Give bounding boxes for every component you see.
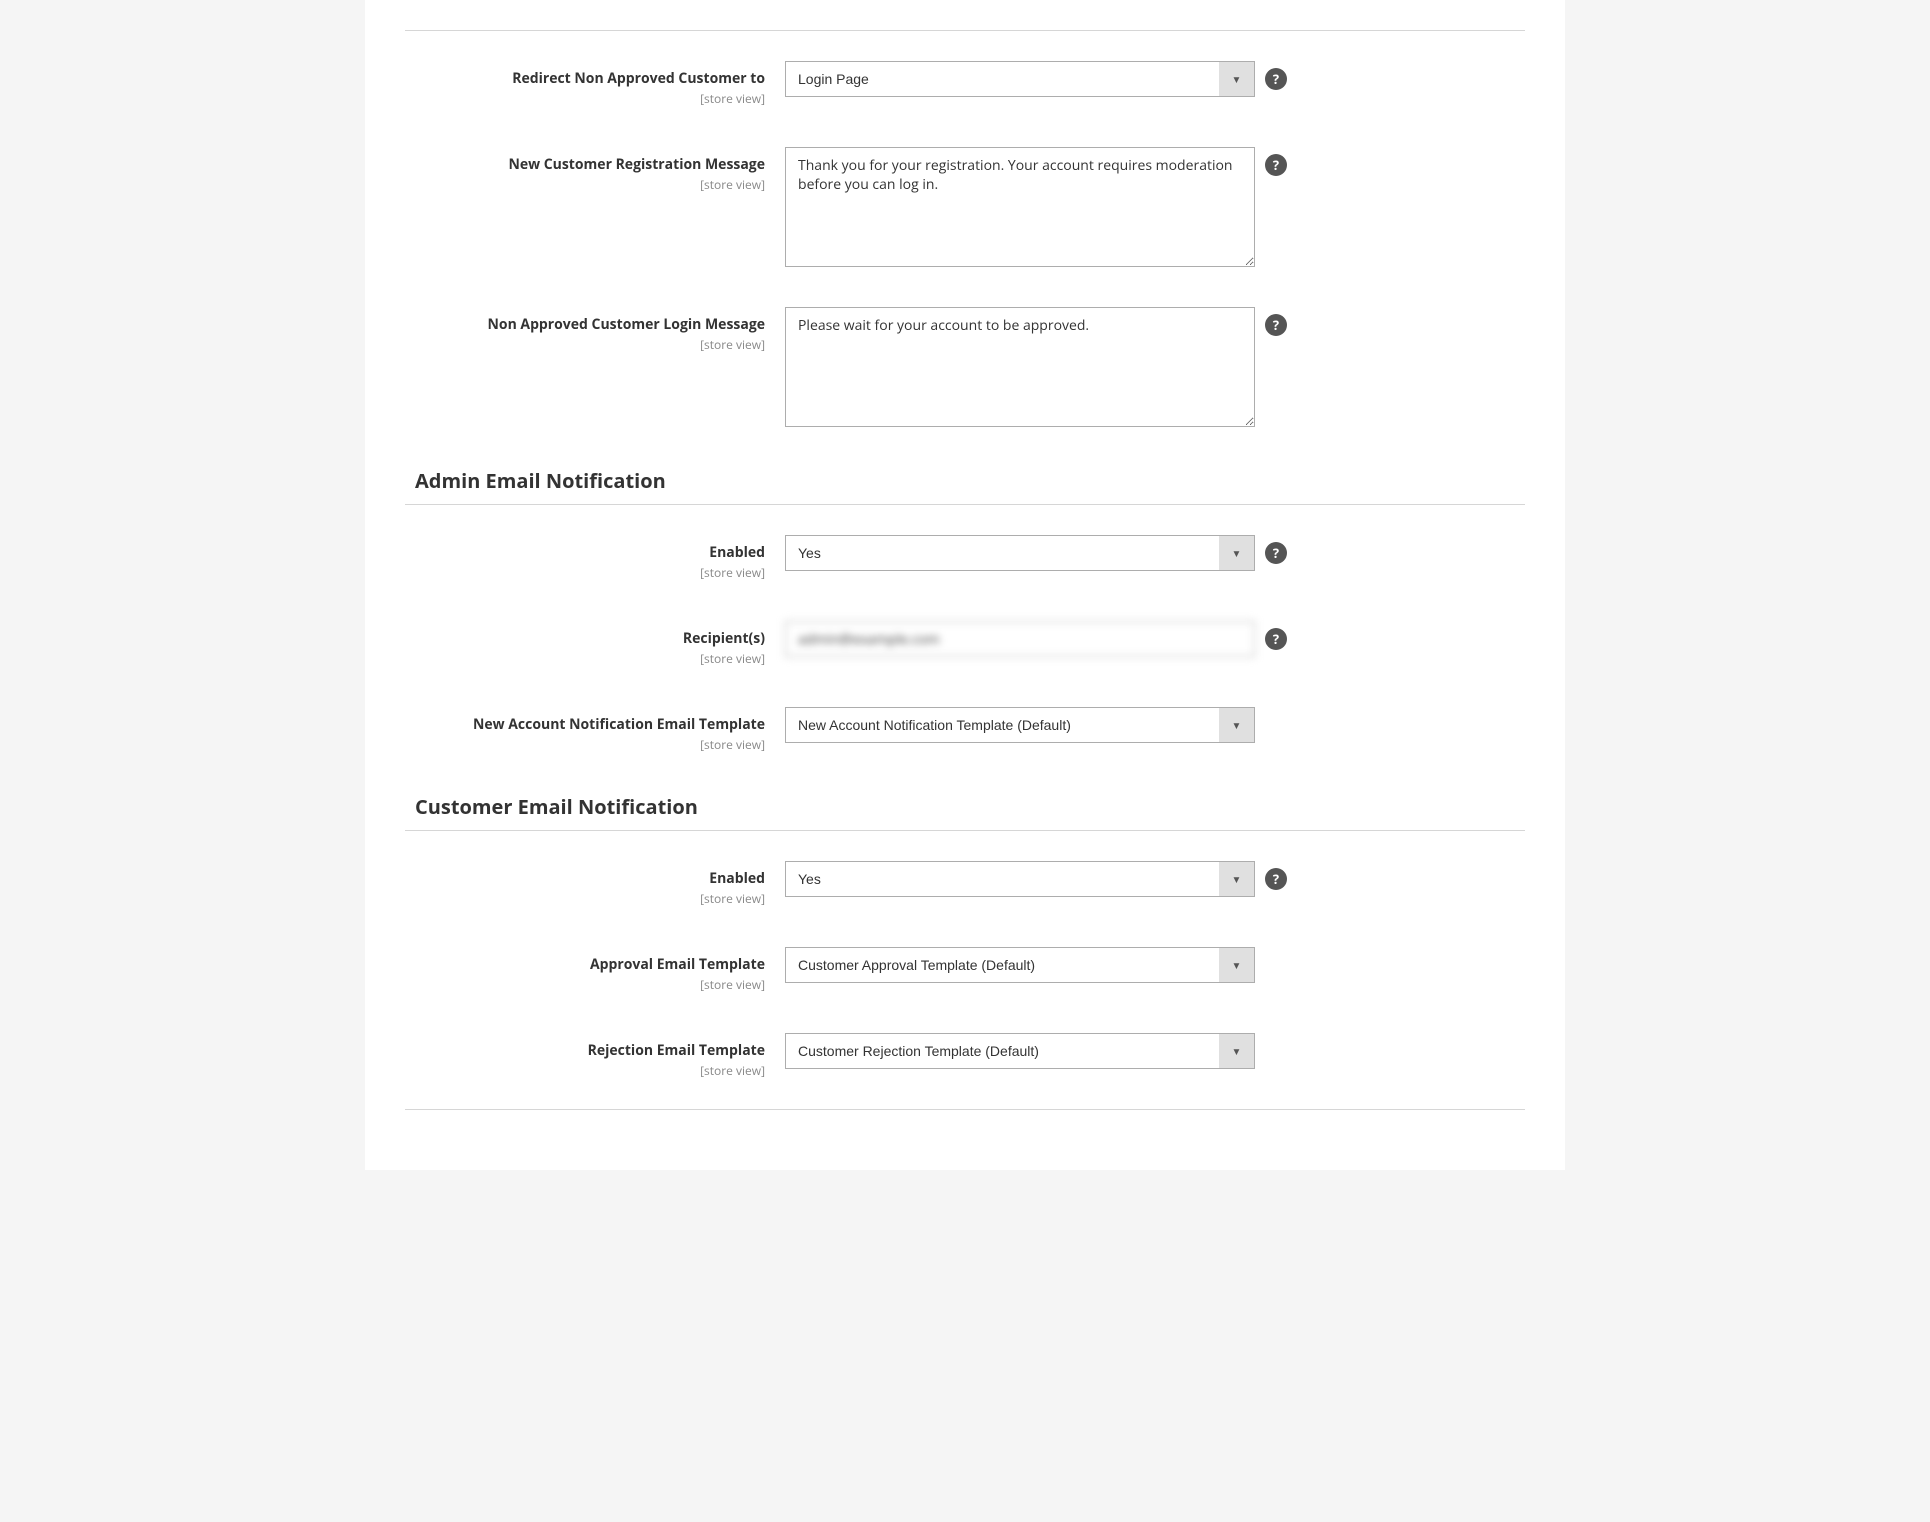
new-account-template-row: New Account Notification Email Template …	[405, 697, 1525, 763]
rejection-template-select-wrapper: Customer Rejection Template (Default)	[785, 1033, 1255, 1069]
new-customer-registration-message-label: New Customer Registration Message	[405, 155, 765, 174]
recipients-control: ?	[785, 621, 1525, 657]
new-account-template-label: New Account Notification Email Template	[405, 715, 765, 734]
recipients-input[interactable]	[785, 621, 1255, 657]
rejection-template-label: Rejection Email Template	[405, 1041, 765, 1060]
admin-enabled-label-col: Enabled [store view]	[405, 535, 785, 581]
customer-email-divider	[405, 830, 1525, 831]
redirect-non-approved-select[interactable]: Login Page Home Page Custom URL	[785, 61, 1255, 97]
admin-enabled-select-wrapper: Yes No	[785, 535, 1255, 571]
recipients-store-view: [store view]	[405, 650, 765, 667]
approval-template-control: Customer Approval Template (Default)	[785, 947, 1525, 983]
admin-email-divider	[405, 504, 1525, 505]
redirect-non-approved-control: Login Page Home Page Custom URL ?	[785, 61, 1525, 97]
customer-enabled-store-view: [store view]	[405, 890, 765, 907]
non-approved-login-message-control: Please wait for your account to be appro…	[785, 307, 1525, 427]
new-account-template-select[interactable]: New Account Notification Template (Defau…	[785, 707, 1255, 743]
non-approved-login-message-store-view: [store view]	[405, 336, 765, 353]
admin-email-notification-heading: Admin Email Notification	[405, 467, 1525, 494]
recipients-label: Recipient(s)	[405, 629, 765, 648]
admin-enabled-store-view: [store view]	[405, 564, 765, 581]
admin-enabled-label: Enabled	[405, 543, 765, 562]
rejection-template-row: Rejection Email Template [store view] Cu…	[405, 1023, 1525, 1089]
customer-enabled-control: Yes No ?	[785, 861, 1525, 897]
new-customer-registration-message-label-col: New Customer Registration Message [store…	[405, 147, 785, 193]
non-approved-login-message-label-col: Non Approved Customer Login Message [sto…	[405, 307, 785, 353]
customer-email-notification-heading: Customer Email Notification	[405, 793, 1525, 820]
non-approved-login-message-row: Non Approved Customer Login Message [sto…	[405, 297, 1525, 437]
redirect-non-approved-select-wrapper: Login Page Home Page Custom URL	[785, 61, 1255, 97]
new-customer-registration-message-help-icon[interactable]: ?	[1265, 154, 1287, 176]
customer-enabled-label-col: Enabled [store view]	[405, 861, 785, 907]
approval-template-label: Approval Email Template	[405, 955, 765, 974]
redirect-non-approved-label: Redirect Non Approved Customer to	[405, 69, 765, 88]
recipients-label-col: Recipient(s) [store view]	[405, 621, 785, 667]
non-approved-login-message-label: Non Approved Customer Login Message	[405, 315, 765, 334]
new-customer-registration-message-store-view: [store view]	[405, 176, 765, 193]
customer-enabled-row: Enabled [store view] Yes No ?	[405, 851, 1525, 917]
redirect-non-approved-row: Redirect Non Approved Customer to [store…	[405, 51, 1525, 117]
non-approved-login-message-help-icon[interactable]: ?	[1265, 314, 1287, 336]
customer-enabled-label: Enabled	[405, 869, 765, 888]
admin-enabled-control: Yes No ?	[785, 535, 1525, 571]
recipients-help-icon[interactable]: ?	[1265, 628, 1287, 650]
approval-template-select[interactable]: Customer Approval Template (Default)	[785, 947, 1255, 983]
customer-enabled-select[interactable]: Yes No	[785, 861, 1255, 897]
settings-form: Redirect Non Approved Customer to [store…	[365, 0, 1565, 1170]
customer-enabled-help-icon[interactable]: ?	[1265, 868, 1287, 890]
approval-template-row: Approval Email Template [store view] Cus…	[405, 937, 1525, 1003]
admin-enabled-select[interactable]: Yes No	[785, 535, 1255, 571]
bottom-divider	[405, 1109, 1525, 1110]
admin-enabled-row: Enabled [store view] Yes No ?	[405, 525, 1525, 591]
new-account-template-select-wrapper: New Account Notification Template (Defau…	[785, 707, 1255, 743]
new-account-template-control: New Account Notification Template (Defau…	[785, 707, 1525, 743]
rejection-template-store-view: [store view]	[405, 1062, 765, 1079]
redirect-non-approved-store-view: [store view]	[405, 90, 765, 107]
rejection-template-label-col: Rejection Email Template [store view]	[405, 1033, 785, 1079]
approval-template-store-view: [store view]	[405, 976, 765, 993]
redirect-non-approved-label-col: Redirect Non Approved Customer to [store…	[405, 61, 785, 107]
rejection-template-select[interactable]: Customer Rejection Template (Default)	[785, 1033, 1255, 1069]
customer-enabled-select-wrapper: Yes No	[785, 861, 1255, 897]
redirect-non-approved-help-icon[interactable]: ?	[1265, 68, 1287, 90]
new-customer-registration-message-row: New Customer Registration Message [store…	[405, 137, 1525, 277]
recipients-row: Recipient(s) [store view] ?	[405, 611, 1525, 677]
new-customer-registration-message-control: Thank you for your registration. Your ac…	[785, 147, 1525, 267]
non-approved-login-message-textarea[interactable]: Please wait for your account to be appro…	[785, 307, 1255, 427]
admin-enabled-help-icon[interactable]: ?	[1265, 542, 1287, 564]
top-divider	[405, 30, 1525, 31]
approval-template-label-col: Approval Email Template [store view]	[405, 947, 785, 993]
new-customer-registration-message-textarea[interactable]: Thank you for your registration. Your ac…	[785, 147, 1255, 267]
rejection-template-control: Customer Rejection Template (Default)	[785, 1033, 1525, 1069]
new-account-template-store-view: [store view]	[405, 736, 765, 753]
approval-template-select-wrapper: Customer Approval Template (Default)	[785, 947, 1255, 983]
new-account-template-label-col: New Account Notification Email Template …	[405, 707, 785, 753]
